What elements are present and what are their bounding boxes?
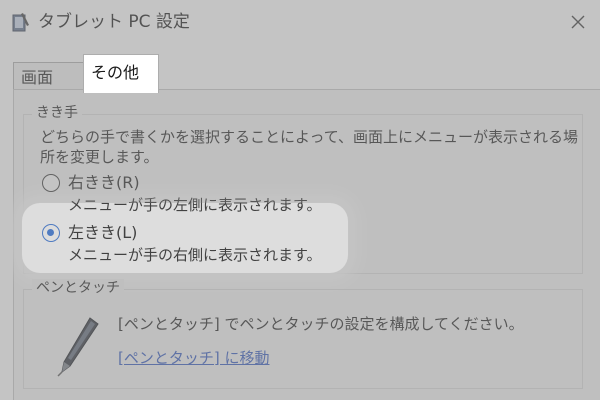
- close-button[interactable]: [556, 0, 600, 44]
- title-bar: タブレット PC 設定: [0, 0, 600, 44]
- tab-other-label: その他: [91, 63, 140, 82]
- close-icon: [571, 15, 585, 29]
- tab-strip: 画面 その他: [0, 44, 600, 94]
- pen-icon: [57, 317, 99, 377]
- tab-other[interactable]: その他: [83, 54, 159, 93]
- tablet-pc-settings-window: タブレット PC 設定 画面 その他 きき手 どちらの手で書くかを選択することに…: [0, 0, 600, 400]
- window-title: タブレット PC 設定: [38, 12, 190, 32]
- radio-button-unchecked[interactable]: [42, 174, 60, 192]
- tab-display-label: 画面: [21, 68, 54, 87]
- handedness-description: どちらの手で書くかを選択することによって、画面上にメニューが表示される場所を変更…: [40, 128, 579, 166]
- pen-touch-group: [23, 289, 583, 389]
- tab-display[interactable]: 画面: [13, 62, 85, 92]
- go-to-pen-touch-link[interactable]: [ペンとタッチ] に移動: [118, 347, 269, 369]
- radio-right-handed-description: メニューが手の左側に表示されます。: [68, 196, 322, 214]
- pen-touch-instruction: [ペンとタッチ] でペンとタッチの設定を構成してください。: [118, 315, 524, 333]
- radio-dot: [47, 229, 54, 236]
- handedness-group-title: きき手: [32, 104, 82, 122]
- radio-left-handed-label: 左きき(L): [68, 223, 138, 242]
- pen-touch-group-title: ペンとタッチ: [32, 279, 124, 297]
- radio-right-handed-label: 右きき(R): [68, 173, 140, 192]
- radio-left-handed-description: メニューが手の右側に表示されます。: [68, 246, 322, 264]
- radio-button-checked[interactable]: [42, 224, 60, 242]
- tablet-pc-settings-icon: [12, 13, 29, 32]
